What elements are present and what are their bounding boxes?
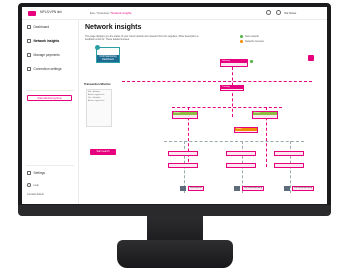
user-name[interactable]: Ola Naise	[284, 11, 296, 15]
connection-line	[164, 141, 304, 142]
server-label[interactable]: Security bus	[188, 186, 205, 191]
sidebar-item-label: Network insights	[33, 39, 60, 43]
monitor-stand	[117, 240, 233, 268]
status-dot-icon	[240, 39, 243, 43]
sidebar-item-settings[interactable]: Settings	[27, 170, 45, 176]
payments-icon	[27, 53, 31, 57]
sidebar-item-dashboard[interactable]: Dashboard	[27, 24, 49, 30]
router-node-3[interactable]: Router	[234, 127, 258, 133]
page-description: This page displays you the status of you…	[85, 35, 199, 42]
sidebar-item-label: Connection settings	[33, 67, 62, 71]
gear-icon	[27, 171, 31, 175]
divider	[26, 165, 74, 166]
breadcrumb: Eco / Overview / Network insights	[90, 11, 132, 15]
brand-logo[interactable]	[28, 11, 36, 16]
divider	[26, 90, 74, 91]
help-icon	[27, 183, 31, 187]
sidebar-item-connection-settings[interactable]: Connection settings	[27, 66, 62, 72]
connection-line	[232, 67, 233, 117]
server-label[interactable]: Fax Manufacturing	[242, 186, 265, 191]
router-node-2[interactable]: Router	[252, 111, 278, 119]
dashboard-card-label: CCD Monitoring Dashboard	[97, 55, 119, 62]
dashboard-card[interactable]: CCD Monitoring Dashboard	[95, 45, 120, 63]
breadcrumb-current: Network insights	[111, 11, 132, 15]
sidebar: Dashboard Network insights Manage paymen…	[22, 20, 79, 204]
server-icon	[284, 186, 290, 191]
screen: MPLS/VPN link Eco / Overview / Network i…	[22, 7, 327, 204]
dashboard-icon	[27, 25, 31, 29]
router-node-1[interactable]: Router	[172, 111, 198, 119]
transaction-panel: Not - Analytic Active support list Sec -…	[86, 89, 112, 127]
status-dot-icon	[250, 60, 253, 63]
sidebar-item-label: Help	[33, 183, 39, 187]
sidebar-item-network-insights[interactable]: Network insights	[27, 38, 59, 44]
gateway-node[interactable]: Gateway	[220, 59, 248, 67]
router-icon[interactable]	[308, 55, 314, 61]
brand-name: MPLS/VPN link	[40, 10, 62, 14]
monitor-bezel	[18, 205, 331, 216]
server-icon	[234, 186, 240, 191]
network-diagram: CCD Monitoring Dashboard Transaction Mon…	[84, 45, 324, 203]
sidebar-item-help[interactable]: Help	[27, 182, 39, 188]
start-monitoring-button[interactable]: Start Monitoring Now	[27, 95, 72, 101]
monitor-neck	[147, 216, 203, 242]
sidebar-item-label: Manage payments	[33, 53, 60, 57]
connection-line	[122, 81, 312, 82]
top-bar: MPLS/VPN link Eco / Overview / Network i…	[22, 7, 327, 20]
service-row[interactable]	[168, 163, 198, 168]
expand-icon[interactable]	[266, 10, 271, 15]
connection-line	[172, 107, 282, 108]
service-row[interactable]	[274, 151, 304, 156]
user-icon[interactable]	[276, 10, 281, 15]
breadcrumb-prefix[interactable]: Eco / Overview /	[90, 11, 110, 15]
transaction-monitor-title: Transaction Monitor	[84, 82, 111, 86]
network-icon	[27, 39, 31, 43]
contact-admin-link[interactable]: Contact Admin	[27, 193, 44, 196]
service-row[interactable]	[226, 151, 256, 156]
status-dot-icon	[240, 35, 243, 38]
server-label[interactable]: Fax Manufacturing	[292, 186, 315, 191]
legend: New network Network overview	[240, 35, 264, 44]
service-row[interactable]	[274, 163, 304, 168]
legend-item: Network overview	[240, 39, 264, 43]
service-row[interactable]	[168, 151, 198, 156]
sidebar-item-label: Dashboard	[33, 25, 50, 29]
settings-icon	[27, 67, 31, 71]
service-row[interactable]	[226, 163, 256, 168]
server-icon	[180, 186, 186, 191]
check-icon	[95, 45, 100, 50]
legend-item: New network	[240, 35, 264, 38]
tracking-node[interactable]: Tracking	[220, 85, 244, 91]
sidebar-item-manage-payments[interactable]: Manage payments	[27, 52, 60, 58]
page-title: Network insights	[85, 24, 142, 31]
sidebar-item-label: Settings	[33, 171, 46, 175]
start-search-button[interactable]: Start search	[90, 149, 116, 155]
